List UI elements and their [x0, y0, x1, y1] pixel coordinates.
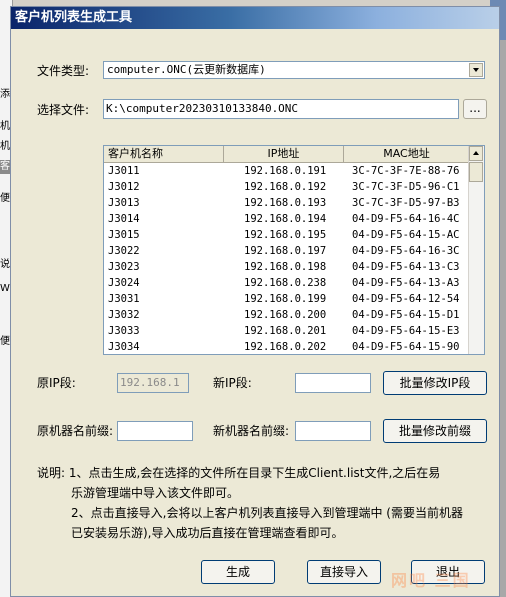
table-scrollbar[interactable] [468, 146, 484, 354]
client-list-dialog: 客户机列表生成工具 文件类型: computer.ONC(云更新数据库) 选择文… [10, 6, 500, 597]
row-mac: 3C-7C-3F-D5-96-C1 [352, 181, 460, 193]
background-scrollbar [500, 40, 506, 597]
description-line-1: 说明: 1、点击生成,会在选择的文件所在目录下生成Client.list文件,之… [37, 466, 441, 480]
new-ip-label: 新IP段: [213, 376, 252, 390]
select-file-input[interactable]: K:\computer20230310133840.ONC [103, 99, 459, 119]
table-row[interactable]: J3014 192.168.0.194 04-D9-F5-64-16-4C [104, 211, 470, 227]
row-ip: 192.168.0.200 [244, 309, 327, 321]
row-name: J3013 [108, 197, 140, 209]
batch-prefix-button[interactable]: 批量修改前缀 [383, 419, 487, 443]
row-mac: 3C-7C-3F-7E-88-76 [352, 165, 460, 177]
row-mac: 04-D9-F5-64-13-A3 [352, 277, 460, 289]
direct-import-button[interactable]: 直接导入 [307, 560, 381, 584]
row-mac: 04-D9-F5-64-13-C3 [352, 261, 460, 273]
title-bar[interactable]: 客户机列表生成工具 [11, 7, 499, 29]
row-name: J3012 [108, 181, 140, 193]
new-prefix-input[interactable] [295, 421, 371, 441]
row-ip: 192.168.0.192 [244, 181, 327, 193]
row-mac: 04-D9-F5-64-15-90 [352, 341, 460, 353]
row-ip: 192.168.0.194 [244, 213, 327, 225]
row-ip: 192.168.0.202 [244, 341, 327, 353]
row-mac: 04-D9-F5-64-15-E3 [352, 325, 460, 337]
table-rows: J3011 192.168.0.191 3C-7C-3F-7E-88-76 J301… [104, 163, 470, 354]
row-name: J3031 [108, 293, 140, 305]
row-name: J3015 [108, 229, 140, 241]
table-row[interactable]: J3024 192.168.0.238 04-D9-F5-64-13-A3 [104, 275, 470, 291]
row-mac: 04-D9-F5-64-16-3C [352, 245, 460, 257]
row-mac: 04-D9-F5-64-15-D1 [352, 309, 460, 321]
batch-ip-button[interactable]: 批量修改IP段 [383, 371, 487, 395]
select-file-label: 选择文件: [37, 103, 90, 117]
row-name: J3023 [108, 261, 140, 273]
client-list-table[interactable]: 客户机名称 IP地址 MAC地址 J3011 192.168.0.191 3C-7C… [103, 145, 485, 355]
table-row[interactable]: J3012 192.168.0.192 3C-7C-3F-D5-96-C1 [104, 179, 470, 195]
table-row[interactable]: J3015 192.168.0.195 04-D9-F5-64-15-AC [104, 227, 470, 243]
row-ip: 192.168.0.198 [244, 261, 327, 273]
description-line-4: 已安装易乐游),导入成功后直接在管理端查看即可。 [71, 526, 344, 540]
watermark: 网吧 三国 [391, 571, 471, 590]
column-header-mac[interactable]: MAC地址 [344, 146, 470, 162]
orig-ip-label: 原IP段: [37, 376, 76, 390]
row-mac: 04-D9-F5-64-15-AC [352, 229, 460, 241]
dialog-title: 客户机列表生成工具 [15, 10, 133, 25]
file-type-label: 文件类型: [37, 64, 90, 78]
table-row[interactable]: J3013 192.168.0.193 3C-7C-3F-D5-97-B3 [104, 195, 470, 211]
orig-ip-input[interactable]: 192.168.1 [117, 373, 189, 393]
row-ip: 192.168.0.199 [244, 293, 327, 305]
row-name: J3034 [108, 341, 140, 353]
new-ip-input[interactable] [295, 373, 371, 393]
scroll-up-icon[interactable] [469, 146, 483, 161]
row-ip: 192.168.0.238 [244, 277, 327, 289]
column-header-ip[interactable]: IP地址 [224, 146, 344, 162]
row-mac: 3C-7C-3F-D5-97-B3 [352, 197, 460, 209]
orig-prefix-label: 原机器名前缀: [37, 424, 114, 438]
row-name: J3033 [108, 325, 140, 337]
column-header-name[interactable]: 客户机名称 [104, 146, 224, 162]
chevron-down-icon[interactable] [469, 63, 483, 77]
new-prefix-label: 新机器名前缀: [213, 424, 290, 438]
row-name: J3024 [108, 277, 140, 289]
row-ip: 192.168.0.193 [244, 197, 327, 209]
file-type-select[interactable]: computer.ONC(云更新数据库) [103, 61, 485, 79]
orig-prefix-input[interactable] [117, 421, 193, 441]
table-row[interactable]: J3031 192.168.0.199 04-D9-F5-64-12-54 [104, 291, 470, 307]
row-ip: 192.168.0.191 [244, 165, 327, 177]
file-type-value: computer.ONC(云更新数据库) [107, 63, 266, 76]
generate-button[interactable]: 生成 [201, 560, 275, 584]
table-row[interactable]: J3023 192.168.0.198 04-D9-F5-64-13-C3 [104, 259, 470, 275]
table-row[interactable]: J3032 192.168.0.200 04-D9-F5-64-15-D1 [104, 307, 470, 323]
browse-button[interactable]: ... [463, 99, 487, 119]
description-line-3: 2、点击直接导入,会将以上客户机列表直接导入到管理端中 (需要当前机器 [71, 506, 463, 520]
row-ip: 192.168.0.195 [244, 229, 327, 241]
row-name: J3022 [108, 245, 140, 257]
table-header: 客户机名称 IP地址 MAC地址 [104, 146, 470, 163]
row-mac: 04-D9-F5-64-12-54 [352, 293, 460, 305]
row-name: J3014 [108, 213, 140, 225]
row-name: J3011 [108, 165, 140, 177]
scroll-thumb[interactable] [469, 162, 483, 182]
table-row[interactable]: J3034 192.168.0.202 04-D9-F5-64-15-90 [104, 339, 470, 354]
row-ip: 192.168.0.197 [244, 245, 327, 257]
table-row[interactable]: J3033 192.168.0.201 04-D9-F5-64-15-E3 [104, 323, 470, 339]
table-row[interactable]: J3011 192.168.0.191 3C-7C-3F-7E-88-76 [104, 163, 470, 179]
row-name: J3032 [108, 309, 140, 321]
row-mac: 04-D9-F5-64-16-4C [352, 213, 460, 225]
row-ip: 192.168.0.201 [244, 325, 327, 337]
description-line-2: 乐游管理端中导入该文件即可。 [71, 486, 240, 500]
table-row[interactable]: J3022 192.168.0.197 04-D9-F5-64-16-3C [104, 243, 470, 259]
